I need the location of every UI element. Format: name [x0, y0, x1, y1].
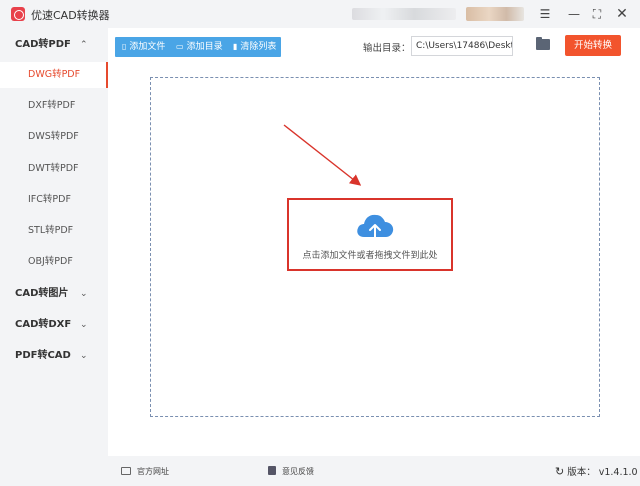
sidebar-item-label: DXF转PDF: [28, 100, 76, 111]
feedback-icon: [268, 466, 276, 475]
sidebar-category-cad-to-pdf[interactable]: CAD转PDF ⌃: [0, 31, 108, 59]
add-folder-label: 添加目录: [186, 42, 223, 52]
folder-outline-icon: ▭: [176, 42, 184, 51]
app-title: 优速CAD转换器: [31, 9, 110, 22]
file-toolbar: ▯ 添加文件 ▭ 添加目录 ▮ 清除列表: [115, 37, 281, 57]
sidebar-category-cad-to-image[interactable]: CAD转图片 ⌄: [0, 280, 108, 308]
version-info[interactable]: ↻ 版本： v1.4.1.0: [555, 464, 638, 478]
title-bar: 优速CAD转换器 ☰ — ⛶ ✕: [0, 0, 640, 28]
monitor-icon: [121, 467, 131, 475]
trash-icon: ▮: [233, 42, 238, 51]
refresh-icon: ↻: [555, 465, 565, 478]
sidebar-item-dwg-to-pdf[interactable]: DWG转PDF: [0, 62, 108, 88]
sidebar-item-obj-to-pdf[interactable]: OBJ转PDF: [0, 249, 108, 275]
chevron-up-icon: ⌃: [80, 40, 88, 50]
drop-hint-text: 点击添加文件或者拖拽文件到此处: [302, 251, 438, 261]
sidebar-item-stl-to-pdf[interactable]: STL转PDF: [0, 218, 108, 244]
main-panel: ▯ 添加文件 ▭ 添加目录 ▮ 清除列表 输出目录： C:\Users\17486\D…: [108, 28, 640, 456]
add-folder-button[interactable]: ▭ 添加目录: [176, 37, 223, 57]
footer-bar: 官方网址 意见反馈 ↻ 版本： v1.4.1.0: [108, 456, 640, 486]
folder-icon[interactable]: [536, 37, 550, 50]
sidebar-item-dxf-to-pdf[interactable]: DXF转PDF: [0, 93, 108, 119]
sidebar-item-label: DWS转PDF: [28, 131, 79, 142]
website-label: 官方网址: [137, 467, 169, 476]
file-drop-zone[interactable]: 点击添加文件或者拖拽文件到此处: [150, 77, 600, 417]
sidebar-item-label: OBJ转PDF: [28, 256, 73, 267]
clear-list-button[interactable]: ▮ 清除列表: [233, 37, 276, 57]
cloud-upload-icon: [357, 214, 394, 240]
sidebar-item-dws-to-pdf[interactable]: DWS转PDF: [0, 124, 108, 150]
sidebar-category-cad-to-dxf[interactable]: CAD转DXF ⌄: [0, 311, 108, 339]
file-icon: ▯: [122, 42, 127, 51]
sidebar-item-label: STL转PDF: [28, 225, 74, 236]
clear-list-label: 清除列表: [240, 42, 277, 52]
feedback-label: 意见反馈: [282, 467, 314, 476]
sidebar-category-label: CAD转DXF: [15, 319, 72, 330]
add-file-label: 添加文件: [129, 42, 166, 52]
app-logo-icon: [11, 7, 25, 21]
chevron-down-icon: ⌄: [80, 320, 88, 330]
maximize-button[interactable]: ⛶: [589, 6, 605, 22]
blurred-avatar: [466, 7, 524, 21]
website-link[interactable]: 官方网址: [121, 466, 169, 477]
sidebar-category-pdf-to-cad[interactable]: PDF转CAD ⌄: [0, 342, 108, 370]
blurred-user-info: [352, 8, 456, 20]
feedback-link[interactable]: 意见反馈: [268, 466, 314, 477]
sidebar-category-label: CAD转图片: [15, 288, 69, 299]
sidebar-item-dwt-to-pdf[interactable]: DWT转PDF: [0, 156, 108, 182]
sidebar-item-ifc-to-pdf[interactable]: IFC转PDF: [0, 187, 108, 213]
sidebar-item-label: DWT转PDF: [28, 163, 79, 174]
minimize-button[interactable]: —: [566, 6, 582, 22]
output-dir-label: 输出目录：: [363, 43, 411, 54]
sidebar-item-label: DWG转PDF: [28, 69, 81, 80]
chevron-down-icon: ⌄: [80, 289, 88, 299]
add-file-button[interactable]: ▯ 添加文件: [122, 37, 165, 57]
sidebar-item-label: IFC转PDF: [28, 194, 71, 205]
output-path-input[interactable]: C:\Users\17486\Deskto: [411, 36, 513, 56]
sidebar-category-label: CAD转PDF: [15, 39, 71, 50]
start-convert-button[interactable]: 开始转换: [565, 35, 621, 56]
menu-icon[interactable]: ☰: [537, 6, 553, 22]
chevron-down-icon: ⌄: [80, 351, 88, 361]
sidebar: CAD转PDF ⌃ DWG转PDF DXF转PDF DWS转PDF DWT转PD…: [0, 28, 108, 456]
close-button[interactable]: ✕: [614, 6, 630, 22]
version-label: 版本： v1.4.1.0: [567, 467, 638, 478]
drop-target-highlight[interactable]: 点击添加文件或者拖拽文件到此处: [287, 198, 453, 271]
sidebar-category-label: PDF转CAD: [15, 350, 71, 361]
